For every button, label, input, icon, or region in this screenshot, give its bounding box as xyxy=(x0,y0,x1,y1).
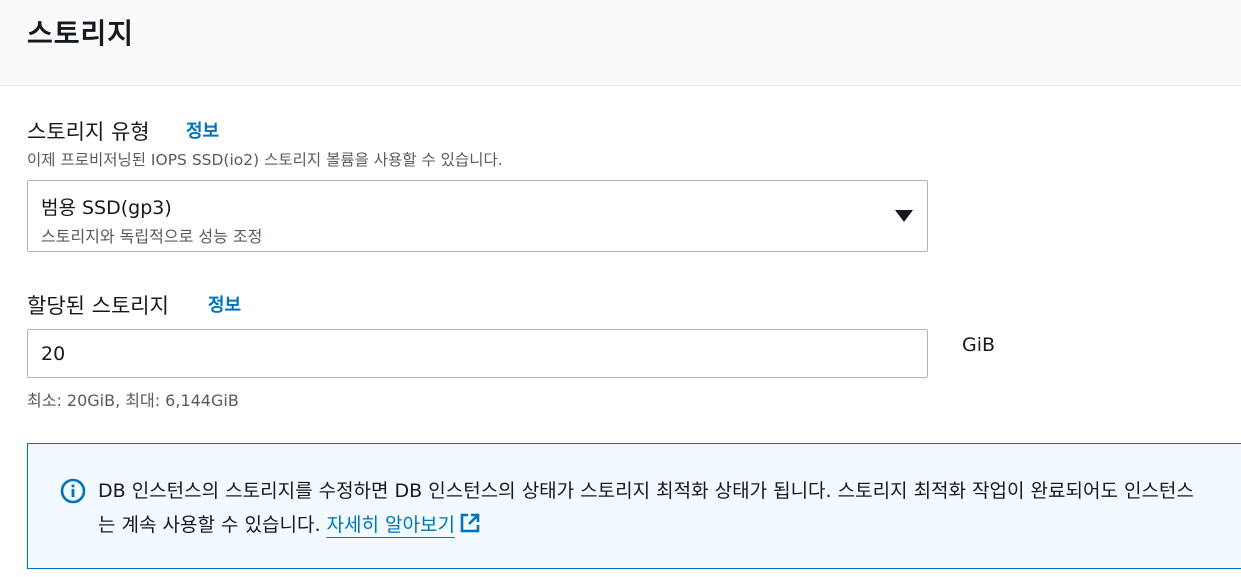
storage-type-selected-value: 범용 SSD(gp3) xyxy=(41,197,172,219)
info-circle-icon xyxy=(60,478,86,504)
external-link-icon[interactable] xyxy=(459,512,481,534)
section-header: 스토리지 xyxy=(0,0,1241,86)
allocated-storage-label: 할당된 스토리지 xyxy=(27,294,169,318)
storage-type-info-link[interactable]: 정보 xyxy=(186,117,219,143)
alert-message: DB 인스턴스의 스토리지를 수정하면 DB 인스턴스의 상태가 스토리지 최적… xyxy=(98,474,1208,542)
section-title: 스토리지 xyxy=(27,17,135,50)
allocated-storage-input[interactable] xyxy=(27,329,928,378)
storage-type-label: 스토리지 유형 xyxy=(27,120,150,144)
alert-text: DB 인스턴스의 스토리지를 수정하면 DB 인스턴스의 상태가 스토리지 최적… xyxy=(98,480,1194,536)
caret-down-icon xyxy=(895,210,913,222)
learn-more-label: 자세히 알아보기 xyxy=(326,514,455,536)
allocated-storage-constraint: 최소: 20GiB, 최대: 6,144GiB xyxy=(27,391,239,410)
storage-type-description: 이제 프로비저닝된 IOPS SSD(io2) 스토리지 볼륨을 사용할 수 있… xyxy=(27,151,503,169)
storage-unit-label: GiB xyxy=(962,334,996,356)
learn-more-link[interactable]: 자세히 알아보기 xyxy=(327,514,455,536)
storage-type-select[interactable]: 범용 SSD(gp3) 스토리지와 독립적으로 성능 조정 xyxy=(27,180,928,252)
info-alert: DB 인스턴스의 스토리지를 수정하면 DB 인스턴스의 상태가 스토리지 최적… xyxy=(27,443,1241,569)
storage-type-selected-description: 스토리지와 독립적으로 성능 조정 xyxy=(41,227,263,246)
allocated-storage-info-link[interactable]: 정보 xyxy=(208,291,241,317)
